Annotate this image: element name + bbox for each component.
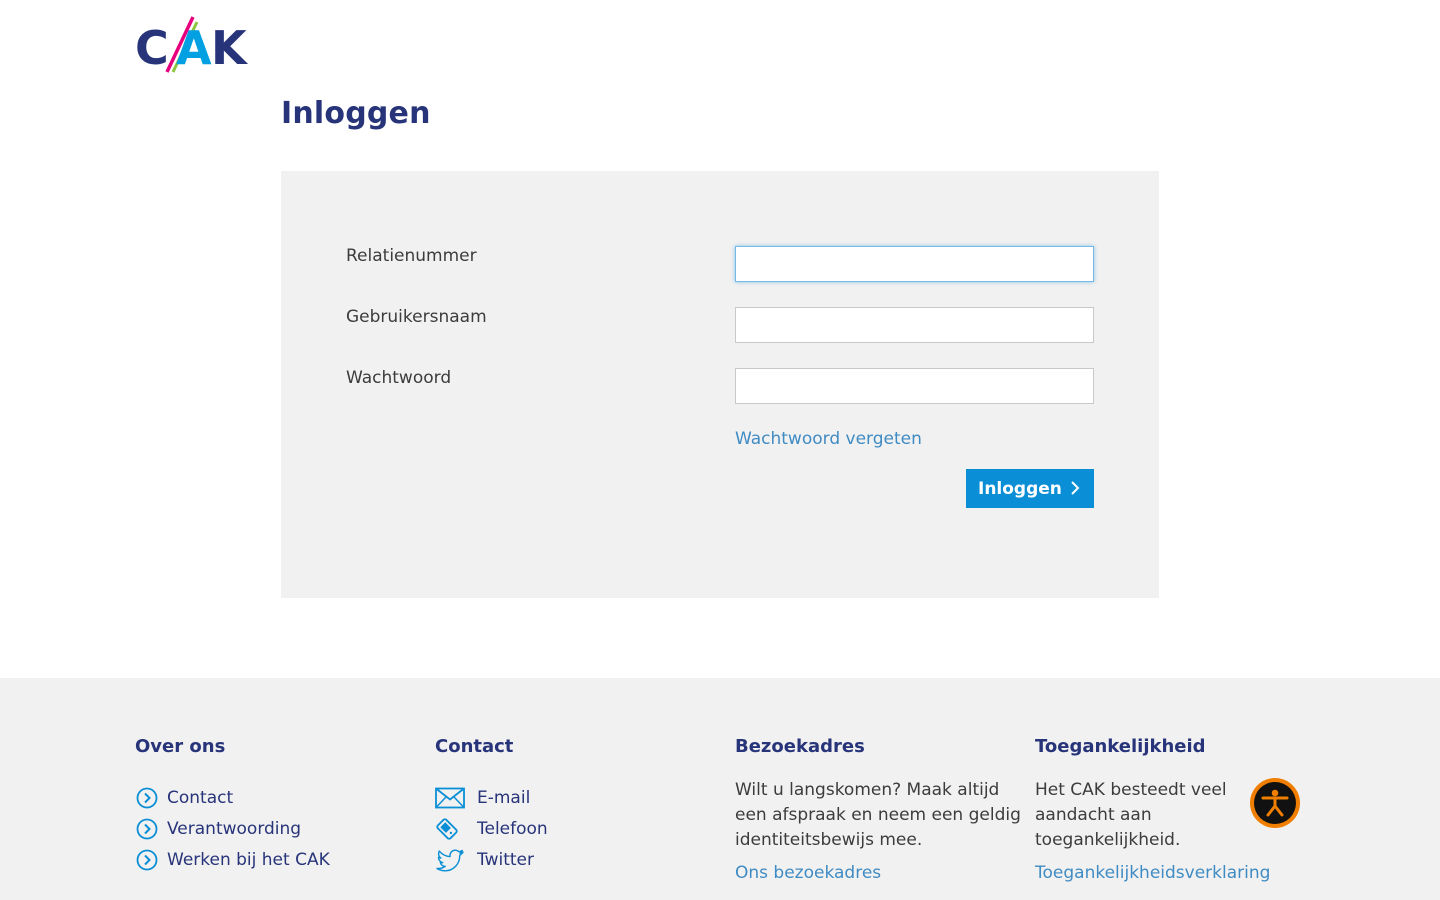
bezoekadres-link[interactable]: Ons bezoekadres [735, 863, 1025, 883]
list-item[interactable]: Telefoon [435, 813, 725, 844]
chevron-right-icon [1071, 481, 1080, 495]
footer-over-ons: Over ons Contact Verantwoording Werken b… [135, 736, 425, 875]
bezoekadres-text: Wilt u langskomen? Maak altijd een afspr… [735, 780, 1021, 850]
contact-list: E-mail Telefoon Twitter [435, 782, 725, 875]
circle-chevron-right-icon [135, 848, 159, 872]
login-button-label: Inloggen [978, 478, 1062, 499]
cak-logo[interactable]: C A K [135, 14, 250, 74]
circle-chevron-right-icon [135, 786, 159, 810]
svg-text:A: A [176, 21, 212, 74]
svg-text:C: C [135, 21, 169, 74]
relatienummer-input[interactable] [735, 246, 1094, 282]
footer-link-twitter[interactable]: Twitter [477, 850, 534, 870]
gebruikersnaam-input[interactable] [735, 307, 1094, 343]
twitter-icon [435, 848, 465, 872]
list-item[interactable]: E-mail [435, 782, 725, 813]
footer-bezoekadres: Bezoekadres Wilt u langskomen? Maak alti… [735, 736, 1025, 883]
list-item[interactable]: Contact [135, 782, 425, 813]
footer-link-email[interactable]: E-mail [477, 788, 530, 808]
footer-heading-over-ons: Over ons [135, 736, 226, 757]
relatienummer-label: Relatienummer [346, 246, 477, 266]
footer-heading-bezoekadres: Bezoekadres [735, 736, 865, 757]
forgot-password-link[interactable]: Wachtwoord vergeten [735, 429, 922, 449]
footer-contact: Contact E-mail Telefoon Twitter [435, 736, 725, 875]
gebruikersnaam-label: Gebruikersnaam [346, 307, 487, 327]
toegankelijkheid-link[interactable]: Toegankelijkheidsverklaring [1035, 863, 1285, 883]
list-item[interactable]: Werken bij het CAK [135, 844, 425, 875]
list-item[interactable]: Verantwoording [135, 813, 425, 844]
footer-link-telefoon[interactable]: Telefoon [477, 819, 548, 839]
login-button[interactable]: Inloggen [966, 469, 1094, 508]
wachtwoord-label: Wachtwoord [346, 368, 452, 388]
footer-heading-toegankelijkheid: Toegankelijkheid [1035, 736, 1206, 757]
footer-toegankelijkheid: Toegankelijkheid Het CAK besteedt veel a… [1035, 736, 1285, 883]
toegankelijkheid-text: Het CAK besteedt veel aandacht aan toega… [1035, 780, 1227, 850]
accessibility-widget-button[interactable] [1250, 778, 1300, 828]
over-ons-list: Contact Verantwoording Werken bij het CA… [135, 782, 425, 875]
envelope-icon [435, 786, 465, 810]
accessibility-person-icon [1254, 782, 1296, 824]
page-title: Inloggen [281, 96, 431, 131]
svg-text:K: K [211, 21, 249, 74]
footer: Over ons Contact Verantwoording Werken b… [0, 678, 1440, 900]
footer-link-verantwoording[interactable]: Verantwoording [167, 819, 301, 839]
cak-logo-graphic: C A K [135, 16, 249, 74]
login-panel: Relatienummer Gebruikersnaam Wachtwoord … [281, 171, 1159, 598]
footer-heading-contact: Contact [435, 736, 514, 757]
circle-chevron-right-icon [135, 817, 159, 841]
list-item[interactable]: Twitter [435, 844, 725, 875]
phone-icon [435, 817, 465, 841]
footer-link-werken-bij[interactable]: Werken bij het CAK [167, 850, 330, 870]
footer-link-contact[interactable]: Contact [167, 788, 233, 808]
wachtwoord-input[interactable] [735, 368, 1094, 404]
